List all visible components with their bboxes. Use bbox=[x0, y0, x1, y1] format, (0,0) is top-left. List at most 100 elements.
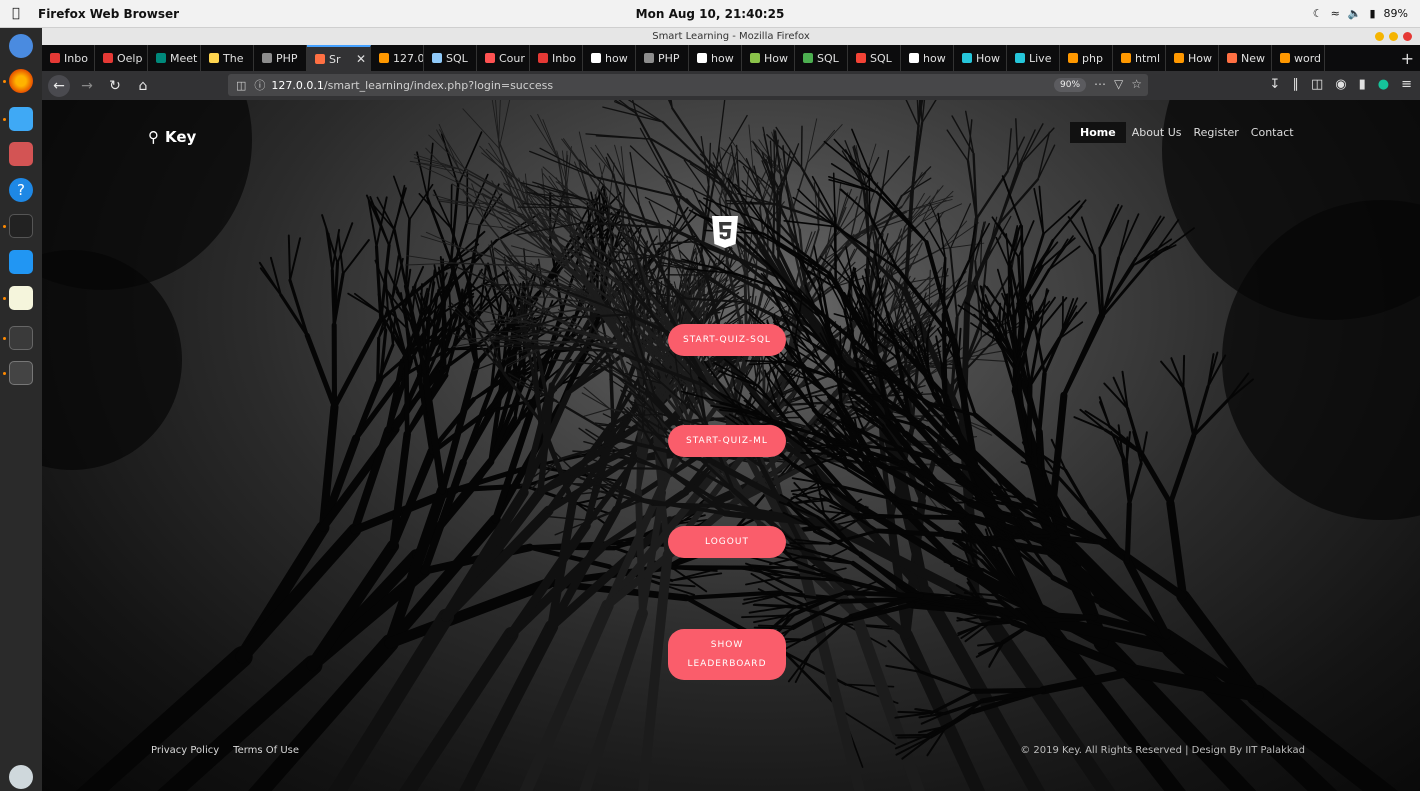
shield-icon[interactable]: ◫ bbox=[236, 79, 246, 92]
window-controls bbox=[1375, 32, 1412, 41]
downloads-icon[interactable]: ↧ bbox=[1270, 77, 1281, 92]
maximize-button[interactable] bbox=[1389, 32, 1398, 41]
more-actions-icon[interactable]: ⋯ bbox=[1094, 77, 1106, 91]
tree-branch bbox=[1132, 244, 1177, 267]
tree-branch bbox=[905, 100, 920, 128]
browser-tab[interactable]: The bbox=[201, 45, 254, 71]
finder-icon[interactable] bbox=[9, 107, 33, 131]
close-window-button[interactable] bbox=[1403, 32, 1412, 41]
forward-button[interactable]: → bbox=[76, 75, 98, 97]
tab-label: SQL bbox=[870, 51, 892, 65]
nav-contact[interactable]: Contact bbox=[1245, 122, 1300, 143]
tab-label: New bbox=[1241, 51, 1265, 65]
pocket-icon[interactable]: ▽ bbox=[1114, 77, 1123, 91]
terms-of-use-link[interactable]: Terms Of Use bbox=[233, 745, 299, 756]
tree-branch bbox=[498, 100, 511, 149]
browser-tab[interactable]: 127.0 bbox=[371, 45, 424, 71]
tab-label: SQL bbox=[817, 51, 839, 65]
help-icon[interactable]: ? bbox=[9, 178, 33, 202]
tree-branch bbox=[304, 332, 338, 410]
network-folder-icon[interactable] bbox=[9, 250, 33, 274]
reload-button[interactable]: ↻ bbox=[104, 75, 126, 97]
site-info-icon[interactable]: ⓘ bbox=[254, 77, 265, 93]
tab-favicon-icon bbox=[209, 53, 219, 63]
home-button[interactable]: ⌂ bbox=[132, 75, 154, 97]
tab-label: Sr bbox=[329, 52, 341, 66]
browser-tab[interactable]: PHP bbox=[636, 45, 689, 71]
logout-button[interactable]: LOGOUT bbox=[668, 526, 786, 558]
page-actions: ⋯ ▽ ☆ bbox=[1094, 77, 1142, 91]
browser-tab[interactable]: Cour bbox=[477, 45, 530, 71]
browser-tab[interactable]: Sr ✕ bbox=[307, 45, 371, 71]
start-quiz-ml-button[interactable]: START-QUIZ-ML bbox=[668, 425, 786, 457]
extension-shield-icon[interactable]: ▮ bbox=[1359, 77, 1366, 92]
new-tab-button[interactable]: + bbox=[1395, 45, 1420, 71]
battery-icon[interactable]: ▮ bbox=[1369, 7, 1375, 20]
browser-tab[interactable]: Meet bbox=[148, 45, 201, 71]
tree-branch bbox=[949, 203, 972, 250]
browser-tab[interactable]: how bbox=[689, 45, 742, 71]
browser-tab[interactable]: Live bbox=[1007, 45, 1060, 71]
tab-label: The bbox=[223, 51, 244, 65]
tree-branch bbox=[1073, 416, 1107, 432]
show-leaderboard-button[interactable]: SHOW LEADERBOARD bbox=[668, 629, 786, 680]
tab-favicon-icon bbox=[750, 53, 760, 63]
grammarly-icon[interactable]: ● bbox=[1378, 77, 1389, 92]
browser-tab[interactable]: Oelp bbox=[95, 45, 148, 71]
browser-tab[interactable]: SQL bbox=[848, 45, 901, 71]
launcher-icon[interactable] bbox=[9, 34, 33, 58]
bookmark-star-icon[interactable]: ☆ bbox=[1131, 77, 1142, 91]
browser-tab[interactable]: PHP bbox=[254, 45, 307, 71]
browser-tab[interactable]: How bbox=[1166, 45, 1219, 71]
nav-home[interactable]: Home bbox=[1070, 122, 1126, 143]
browser-tab[interactable]: Inbo bbox=[42, 45, 95, 71]
sidebar-icon[interactable]: ◫ bbox=[1311, 77, 1323, 92]
zoom-indicator[interactable]: 90% bbox=[1054, 78, 1087, 92]
start-quiz-sql-button[interactable]: START-QUIZ-SQL bbox=[668, 324, 786, 356]
tree-branch bbox=[1182, 354, 1186, 390]
tab-favicon-icon bbox=[644, 53, 654, 63]
nav-about-us[interactable]: About Us bbox=[1126, 122, 1188, 143]
tree-branch bbox=[671, 107, 722, 181]
browser-tab[interactable]: SQL bbox=[795, 45, 848, 71]
browser-tab[interactable]: How bbox=[954, 45, 1007, 71]
browser-tab[interactable]: How bbox=[742, 45, 795, 71]
browser-tab[interactable]: php bbox=[1060, 45, 1113, 71]
notes-icon[interactable] bbox=[9, 286, 33, 310]
menu-icon[interactable]: ≡ bbox=[1401, 77, 1412, 92]
browser-tab[interactable]: Inbo bbox=[530, 45, 583, 71]
browser-tab[interactable]: how bbox=[901, 45, 954, 71]
installer-icon[interactable] bbox=[9, 142, 33, 166]
tab-favicon-icon bbox=[1174, 53, 1184, 63]
terminal-icon[interactable] bbox=[9, 214, 33, 238]
browser-tab[interactable]: SQL bbox=[424, 45, 477, 71]
tab-favicon-icon bbox=[962, 53, 972, 63]
minimize-button[interactable] bbox=[1375, 32, 1384, 41]
tree-branch bbox=[946, 129, 969, 162]
privacy-policy-link[interactable]: Privacy Policy bbox=[151, 745, 219, 756]
browser-tab[interactable]: how bbox=[583, 45, 636, 71]
wifi-icon[interactable]: ≈ bbox=[1331, 7, 1340, 20]
account-icon[interactable]: ◉ bbox=[1335, 77, 1346, 92]
window-icon[interactable] bbox=[9, 326, 33, 350]
back-button[interactable]: ← bbox=[48, 74, 70, 97]
library-icon[interactable]: ∥ bbox=[1292, 77, 1299, 92]
close-tab-icon[interactable]: ✕ bbox=[356, 52, 366, 66]
calculator-icon[interactable] bbox=[9, 361, 33, 385]
firefox-icon[interactable] bbox=[9, 69, 33, 93]
browser-tab[interactable]: word bbox=[1272, 45, 1325, 71]
volume-icon[interactable]: 🔈 bbox=[1348, 7, 1362, 20]
browser-tab[interactable]: html bbox=[1113, 45, 1166, 71]
system-clock[interactable]: Mon Aug 10, 21:40:25 bbox=[0, 7, 1420, 21]
url-bar[interactable]: ◫ ⓘ 127.0.0.1 /smart_learning/index.php?… bbox=[228, 74, 1148, 96]
site-logo[interactable]: ⚲ Key bbox=[148, 128, 196, 146]
tree-branch bbox=[1181, 386, 1196, 438]
tab-label: Live bbox=[1029, 51, 1052, 65]
browser-tab[interactable]: New bbox=[1219, 45, 1272, 71]
tree-branch bbox=[498, 100, 501, 142]
tab-favicon-icon bbox=[538, 53, 548, 63]
launchpad-rocket-icon[interactable] bbox=[9, 765, 33, 789]
nav-register[interactable]: Register bbox=[1188, 122, 1245, 143]
moon-icon[interactable]: ☾ bbox=[1313, 7, 1323, 20]
tree-branch bbox=[288, 278, 309, 337]
